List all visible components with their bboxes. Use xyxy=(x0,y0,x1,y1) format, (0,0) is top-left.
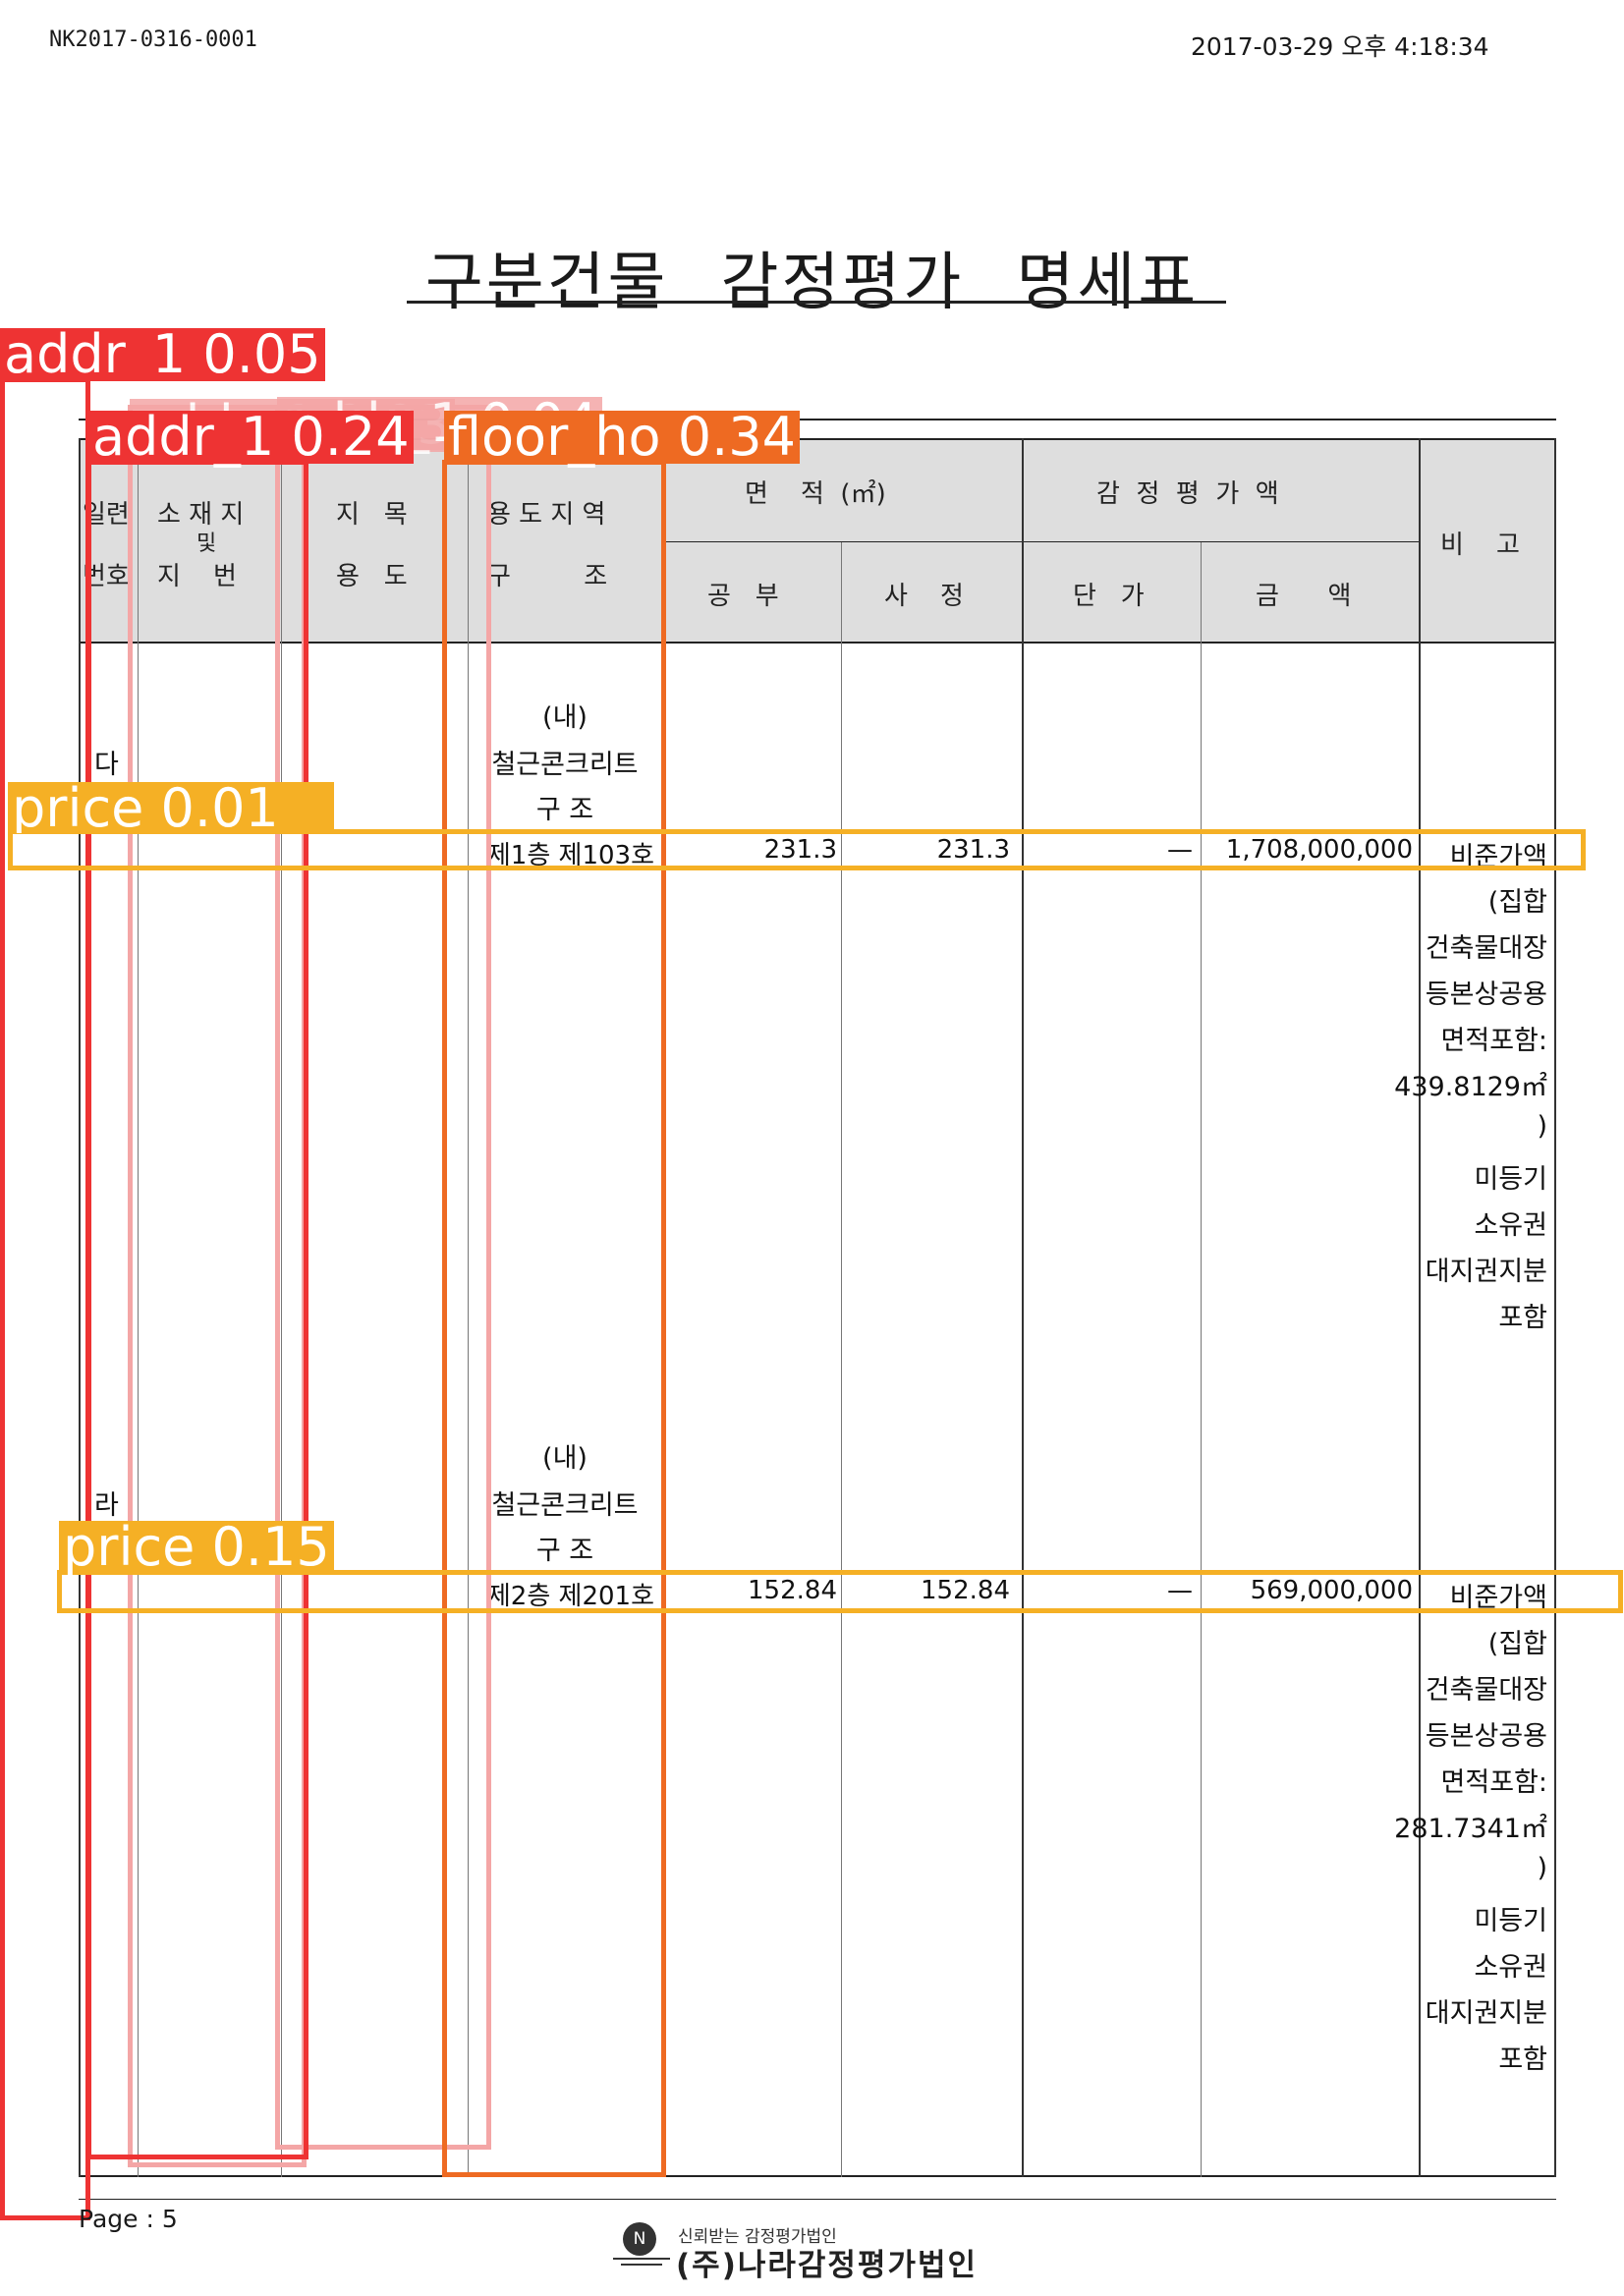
header-amount: 금 액 xyxy=(1256,582,1352,611)
remark-line: 미등기 xyxy=(1474,1164,1547,1195)
remark-line: 포함 xyxy=(1498,2044,1547,2075)
page-number: Page : 5 xyxy=(79,2205,178,2233)
print-timestamp: 2017-03-29 오후 4:18:34 xyxy=(1191,32,1489,61)
table-bottom-line xyxy=(79,2175,1556,2177)
brand-name: (주)나라감정평가법인 xyxy=(676,2248,979,2283)
remark-line: (집합 xyxy=(1487,887,1547,918)
remark-line: 439.8129㎡ xyxy=(1394,1072,1547,1102)
col-line xyxy=(1022,438,1024,2177)
page-title: 구분건물 감정평가 명세표 xyxy=(424,247,1200,319)
detection-box-floor-ho xyxy=(442,460,666,2177)
col-line xyxy=(1201,542,1202,2177)
header-area-assessed: 사 정 xyxy=(884,582,964,611)
remark-line: 미등기 xyxy=(1474,1906,1547,1936)
header-area-public: 공 부 xyxy=(707,582,779,611)
detection-box-addr-1 xyxy=(0,377,90,2220)
remark-line: 소유권 xyxy=(1474,1210,1547,1241)
detection-label-price-1: price 0.01 xyxy=(8,782,334,833)
remark-line: ) xyxy=(1537,1111,1547,1142)
remark-line: (집합 xyxy=(1487,1629,1547,1659)
remark-line: 대지권지분 xyxy=(1425,1257,1547,1287)
header-unit-price: 단 가 xyxy=(1073,582,1145,611)
table-bottom-line-2 xyxy=(79,2199,1556,2200)
col-line xyxy=(841,542,842,2177)
remark-line: 소유권 xyxy=(1474,1952,1547,1983)
remark-line: 포함 xyxy=(1498,1303,1547,1333)
remark-line: 대지권지분 xyxy=(1425,1998,1547,2029)
document-id: NK2017-0316-0001 xyxy=(49,28,257,52)
col-line xyxy=(1419,438,1421,2177)
remark-line: 건축물대장 xyxy=(1425,933,1547,964)
title-underline xyxy=(407,301,1226,304)
detection-label-addr-1: addr_1 0.05 xyxy=(0,328,325,381)
logo-letter: N xyxy=(633,2229,646,2249)
header-remarks: 비 고 xyxy=(1440,531,1520,560)
col-line-right xyxy=(1554,438,1556,2177)
remark-line: ) xyxy=(1537,1853,1547,1883)
remark-line: 건축물대장 xyxy=(1425,1675,1547,1706)
remark-line: 면적포함: xyxy=(1440,1767,1547,1798)
remark-line: 등본상공용 xyxy=(1425,980,1547,1010)
header-area-group: 면 적 (㎡) xyxy=(745,479,886,509)
logo-wave-icon xyxy=(613,2258,670,2266)
detection-box-price-1 xyxy=(8,829,1586,870)
detection-label-price-2: price 0.15 xyxy=(59,1521,334,1574)
detection-label-addr-2: addr_1 0.24 xyxy=(88,411,414,464)
remark-line: 면적포함: xyxy=(1440,1026,1547,1056)
header-divider xyxy=(664,541,1419,542)
detection-box-addr-2 xyxy=(86,460,308,2159)
header-value-group: 감 정 평 가 액 xyxy=(1096,479,1279,509)
detection-label-floor-ho: floor_ho 0.34 xyxy=(444,411,800,464)
company-logo-icon: N xyxy=(623,2222,656,2256)
remark-line: 등본상공용 xyxy=(1425,1721,1547,1752)
remark-line: 281.7341㎡ xyxy=(1394,1814,1547,1844)
